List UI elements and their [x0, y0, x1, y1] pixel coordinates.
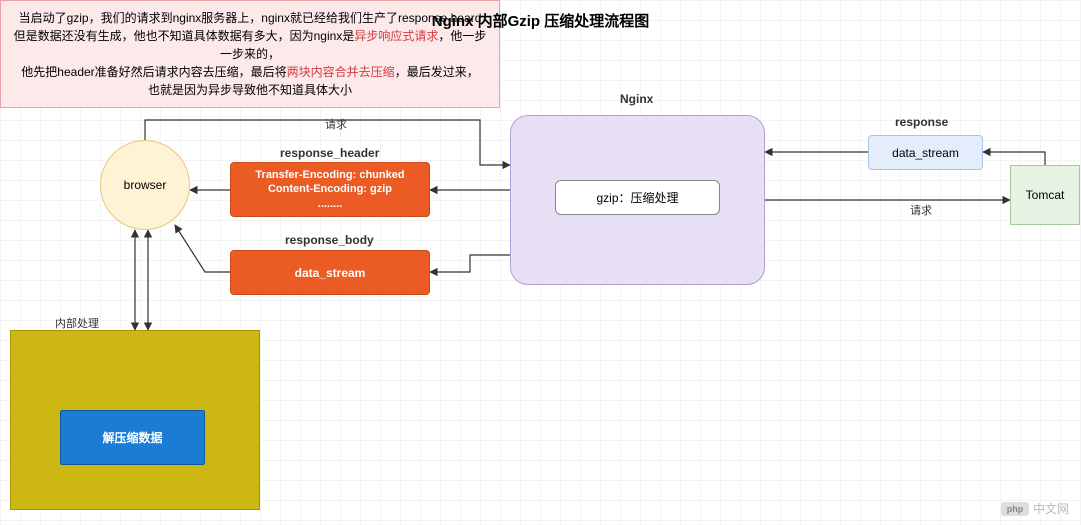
node-browser: browser: [100, 140, 190, 230]
diagram-title: Nginx 内部Gzip 压缩处理流程图: [0, 10, 1081, 31]
label-response-header: response_header: [280, 146, 379, 160]
watermark-text: 中文网: [1033, 500, 1069, 517]
note-l2a: 但是数据还没有生成，他也不知道具体数据有多大，因为nginx是: [14, 29, 355, 43]
node-data-stream: data_stream: [868, 135, 983, 170]
label-response: response: [895, 115, 948, 129]
watermark: php 中文网: [1001, 500, 1069, 517]
response-header-line2: Content-Encoding: gzip: [268, 182, 392, 196]
label-response-body: response_body: [285, 233, 374, 247]
note-l3a: 他先把header准备好然后请求内容去压缩，最后将: [21, 65, 286, 79]
response-header-line3: ........: [318, 197, 342, 211]
watermark-logo: php: [1001, 502, 1029, 516]
label-nginx: Nginx: [620, 92, 653, 106]
note-l2b: 异步响应式请求: [354, 29, 438, 43]
node-response-header: Transfer-Encoding: chunked Content-Encod…: [230, 162, 430, 217]
node-response-body: data_stream: [230, 250, 430, 295]
edge-label-request-2: 请求: [910, 202, 932, 218]
note-l4: 也就是因为异步导致他不知道具体大小: [148, 83, 352, 97]
node-gzip-inner: gzip：压缩处理: [555, 180, 720, 215]
edge-label-request-1: 请求: [325, 116, 347, 132]
note-l3b: 两块内容合并去压缩: [287, 65, 395, 79]
node-decompress: 解压缩数据: [60, 410, 205, 465]
note-l3c: ，最后发过来，: [395, 65, 479, 79]
response-header-line1: Transfer-Encoding: chunked: [255, 168, 404, 182]
label-internal-processing: 内部处理: [55, 315, 99, 331]
node-tomcat: Tomcat: [1010, 165, 1080, 225]
